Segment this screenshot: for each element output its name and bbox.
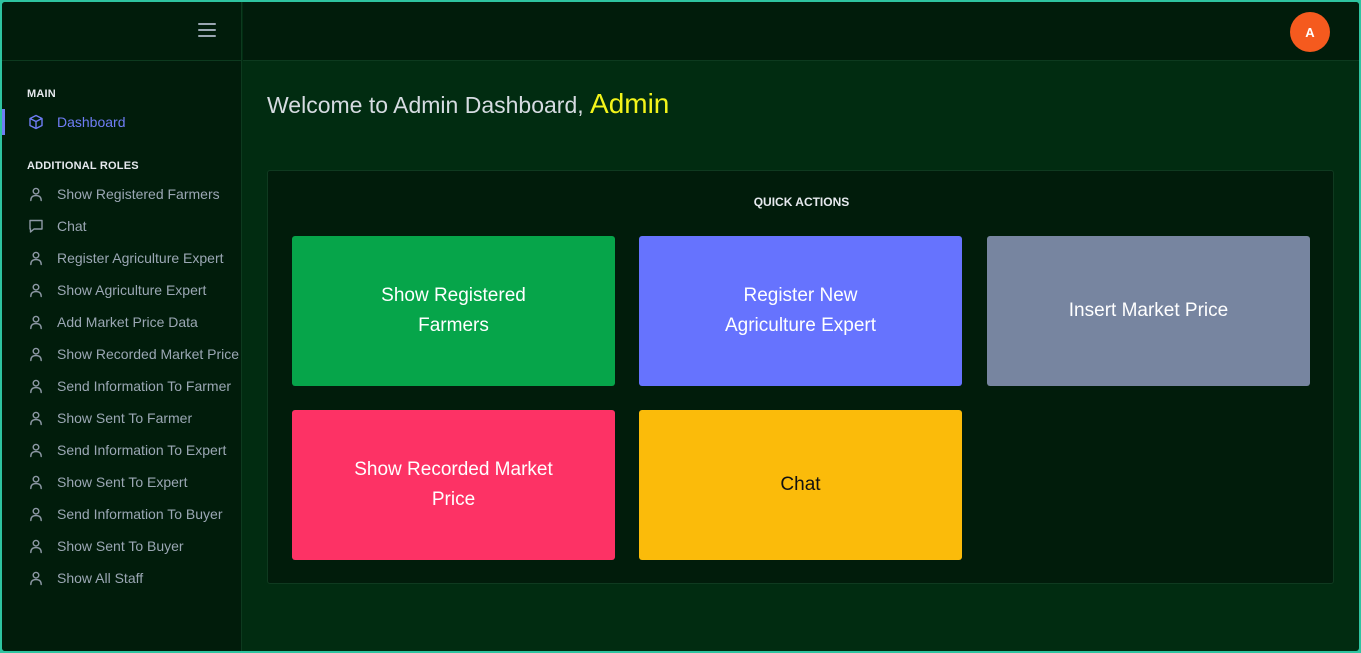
chat-icon bbox=[29, 219, 43, 233]
sidebar-item-show-sent-to-buyer[interactable]: Show Sent To Buyer bbox=[2, 533, 242, 559]
sidebar-item-label: Show Registered Farmers bbox=[57, 186, 220, 202]
admin-name: Admin bbox=[590, 88, 670, 119]
sidebar-item-label: Show Agriculture Expert bbox=[57, 282, 207, 298]
avatar[interactable]: A bbox=[1290, 12, 1330, 52]
sidebar-item-label: Show All Staff bbox=[57, 570, 144, 586]
sidebar-header bbox=[2, 2, 241, 61]
sidebar-item-dashboard[interactable]: Dashboard bbox=[2, 109, 242, 135]
topbar: A bbox=[243, 2, 1359, 61]
sidebar-item-label: Add Market Price Data bbox=[57, 314, 198, 330]
sidebar-item-show-sent-to-farmer[interactable]: Show Sent To Farmer bbox=[2, 405, 242, 431]
sidebar-item-chat[interactable]: Chat bbox=[2, 213, 242, 239]
sidebar-item-label: Show Recorded Market Price bbox=[57, 346, 240, 362]
section-title-additional-roles: ADDITIONAL ROLES bbox=[27, 160, 139, 172]
hamburger-menu-icon[interactable] bbox=[198, 23, 216, 39]
sidebar-item-label: Show Sent To Farmer bbox=[57, 410, 193, 426]
user-icon bbox=[30, 315, 42, 330]
quick-action-show-recorded-market-price-button[interactable]: Show Recorded Market Price bbox=[292, 410, 615, 560]
section-title-main: MAIN bbox=[27, 88, 56, 100]
user-icon bbox=[30, 443, 42, 458]
sidebar-item-add-market-price-data[interactable]: Add Market Price Data bbox=[2, 309, 242, 335]
welcome-text: Welcome to Admin Dashboard, bbox=[267, 92, 584, 118]
user-icon bbox=[30, 379, 42, 394]
sidebar-item-show-sent-to-expert[interactable]: Show Sent To Expert bbox=[2, 469, 242, 495]
sidebar-item-label: Chat bbox=[57, 218, 87, 234]
sidebar: MAIN Dashboard ADDITIONAL ROLES Show Reg… bbox=[2, 2, 242, 651]
sidebar-item-label: Dashboard bbox=[57, 114, 126, 130]
sidebar-item-show-agriculture-expert[interactable]: Show Agriculture Expert bbox=[2, 277, 242, 303]
user-icon bbox=[30, 283, 42, 298]
sidebar-item-send-information-to-buyer[interactable]: Send Information To Buyer bbox=[2, 501, 242, 527]
active-indicator bbox=[2, 109, 5, 135]
quick-actions-title: QUICK ACTIONS bbox=[753, 195, 850, 209]
sidebar-item-send-information-to-farmer[interactable]: Send Information To Farmer bbox=[2, 373, 242, 399]
sidebar-item-show-recorded-market-price[interactable]: Show Recorded Market Price bbox=[2, 341, 242, 367]
user-icon bbox=[30, 507, 42, 522]
sidebar-item-label: Send Information To Buyer bbox=[57, 506, 223, 522]
sidebar-item-show-registered-farmers[interactable]: Show Registered Farmers bbox=[2, 181, 242, 207]
sidebar-item-send-information-to-expert[interactable]: Send Information To Expert bbox=[2, 437, 242, 463]
sidebar-item-label: Send Information To Expert bbox=[57, 442, 227, 458]
quick-action-chat-button[interactable]: Chat bbox=[639, 410, 962, 560]
user-icon bbox=[30, 571, 42, 586]
sidebar-item-label: Send Information To Farmer bbox=[57, 378, 232, 394]
cube-icon bbox=[29, 114, 43, 130]
user-icon bbox=[30, 539, 42, 554]
user-icon bbox=[30, 347, 42, 362]
sidebar-item-show-all-staff[interactable]: Show All Staff bbox=[2, 565, 242, 591]
page-title: Welcome to Admin Dashboard, Admin bbox=[267, 88, 669, 120]
sidebar-item-register-agriculture-expert[interactable]: Register Agriculture Expert bbox=[2, 245, 242, 271]
sidebar-item-label: Show Sent To Expert bbox=[57, 474, 188, 490]
app-window: MAIN Dashboard ADDITIONAL ROLES Show Reg… bbox=[2, 2, 1359, 651]
user-icon bbox=[30, 475, 42, 490]
sidebar-item-label: Show Sent To Buyer bbox=[57, 538, 184, 554]
user-icon bbox=[30, 187, 42, 202]
quick-action-register-new-agriculture-expert-button[interactable]: Register New Agriculture Expert bbox=[639, 236, 962, 386]
quick-action-insert-market-price-button[interactable]: Insert Market Price bbox=[987, 236, 1310, 386]
quick-actions-panel: QUICK ACTIONS Show Registered Farmers Reg… bbox=[267, 170, 1334, 584]
quick-action-show-registered-farmers-button[interactable]: Show Registered Farmers bbox=[292, 236, 615, 386]
user-icon bbox=[30, 411, 42, 426]
sidebar-item-label: Register Agriculture Expert bbox=[57, 250, 224, 266]
user-icon bbox=[30, 251, 42, 266]
